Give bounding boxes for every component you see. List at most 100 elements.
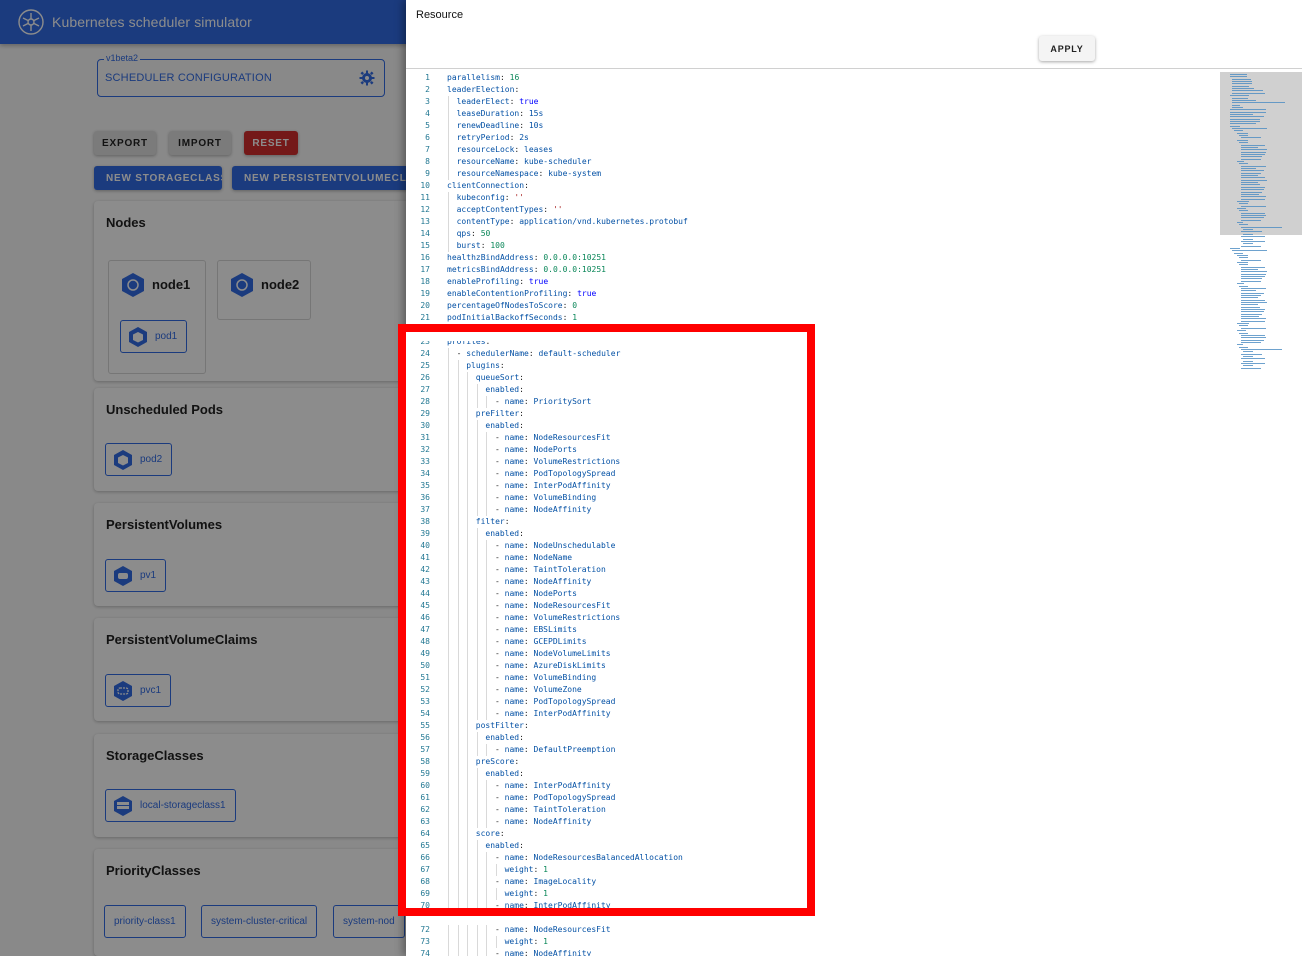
code-line: 21 podInitialBackoffSeconds: 1 [406,312,1206,324]
code-line: 19 enableContentionProfiling: true [406,288,1206,300]
line-number: 13 [420,217,430,226]
minimap-line [1241,259,1261,261]
minimap-line [1241,193,1259,195]
code-text: leaseDuration: 15s [457,108,544,120]
line-number: 18 [420,277,430,286]
minimap-line [1230,125,1240,127]
code-text: metricsBindAddress: 0.0.0.0:10251 [447,264,606,276]
line-number: 9 [425,169,430,178]
apply-button[interactable]: APPLY [1039,36,1095,61]
minimap-line [1241,236,1266,238]
line-number: 74 [420,949,430,956]
indent-guide [448,132,449,144]
minimap-line [1232,88,1255,90]
line-number: 17 [420,265,430,274]
minimap-line [1241,273,1267,275]
minimap-line [1241,292,1265,294]
minimap-line [1232,92,1266,94]
code-line: 9 resourceNamespace: kube-system [406,168,1206,180]
code-line: 17 metricsBindAddress: 0.0.0.0:10251 [406,264,1206,276]
minimap-line [1230,247,1240,249]
minimap-line [1234,252,1244,254]
yaml-key: burst [456,241,481,250]
minimap-line [1241,320,1266,322]
code-text: weight: 1 [505,936,548,948]
yaml-value: 0.0.0.0:10251 [538,265,606,274]
code-line: 72 - name: NodeResourcesFit [406,924,1206,936]
minimap-line [1241,149,1268,151]
code-line: 6 retryPeriod: 2s [406,132,1206,144]
minimap-line [1241,276,1266,278]
editor-minimap[interactable] [1220,72,1302,369]
minimap-line [1238,203,1248,205]
indent-guide [476,936,478,948]
yaml-value: '' [509,193,525,202]
minimap-line [1241,151,1267,153]
yaml-key: percentageOfNodesToScore [447,301,563,310]
minimap-line [1230,109,1267,111]
line-number: 19 [420,289,430,298]
indent-guide [457,936,459,948]
code-text: qps: 50 [457,228,491,240]
minimap-line [1243,351,1254,353]
minimap-line [1241,290,1257,292]
list-dash: - [495,949,505,956]
minimap-line [1241,280,1261,282]
yaml-key: resourceNamespace [456,169,539,178]
indent-guide [448,948,449,956]
minimap-line [1241,299,1266,301]
minimap-line [1241,316,1259,318]
minimap-line [1241,205,1267,207]
minimap-line [1241,153,1266,155]
minimap-line [1238,163,1248,165]
code-line: 5 renewDeadline: 10s [406,120,1206,132]
yaml-value: 1 [567,313,578,322]
code-text: resourceNamespace: kube-system [457,168,602,180]
minimap-line [1232,90,1263,92]
code-text: leaderElection: [447,84,519,96]
minimap-line [1241,301,1268,303]
code-text: contentType: application/vnd.kubernetes.… [457,216,688,228]
minimap-line [1241,165,1267,167]
code-text: resourceLock: leases [457,144,553,156]
minimap-line [1230,121,1260,122]
minimap-line [1241,269,1258,271]
minimap-line [1232,81,1252,83]
colon: : [524,181,529,190]
code-line: 15 burst: 100 [406,240,1206,252]
yaml-value: leases [519,145,553,154]
indent-guide [448,144,449,156]
minimap-line [1238,325,1248,327]
minimap-line [1236,160,1245,162]
minimap-line [1241,172,1261,174]
minimap-line [1238,285,1248,287]
line-number: 14 [420,229,430,238]
yaml-key: parallelism [447,73,500,82]
yaml-value: 15s [524,109,544,118]
minimap-line [1241,348,1282,350]
minimap-line [1241,182,1258,184]
yaml-value: true [524,277,549,286]
code-text: retryPeriod: 2s [457,132,529,144]
drawer-title: Resource [416,9,464,21]
minimap-line [1241,245,1261,247]
minimap-line [1241,271,1268,273]
code-line: 73 weight: 1 [406,936,1206,948]
minimap-line [1241,168,1257,169]
minimap-line [1230,74,1247,75]
minimap-line [1241,278,1262,280]
code-text: burst: 100 [457,240,505,252]
minimap-line [1241,311,1265,313]
minimap-line [1241,297,1258,299]
minimap-line [1241,304,1258,306]
indent-guide [448,156,449,168]
indent-guide [448,168,449,180]
code-line: 14 qps: 50 [406,228,1206,240]
yaml-value: kube-scheduler [519,157,592,166]
yaml-value: true [514,97,539,106]
minimap-line [1241,318,1267,320]
minimap-line [1236,207,1247,209]
yaml-key: podInitialBackoffSeconds [447,313,563,322]
yaml-value: true [572,289,597,298]
code-text: parallelism: 16 [447,72,519,84]
